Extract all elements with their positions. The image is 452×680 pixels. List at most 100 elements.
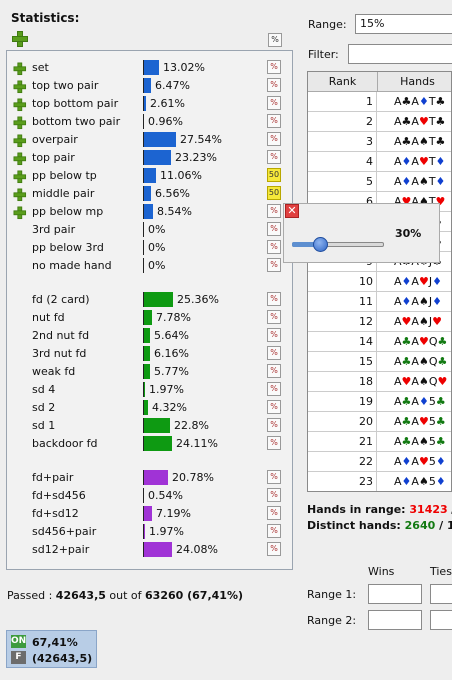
stat-label[interactable]: nut fd: [32, 311, 65, 324]
stat-label[interactable]: set: [32, 61, 49, 74]
stat-label[interactable]: pp below tp: [32, 169, 97, 182]
stat-weight-button[interactable]: 50: [267, 168, 281, 182]
wins-header: Wins: [368, 565, 395, 578]
filter-input[interactable]: [348, 44, 452, 64]
stat-weight-button[interactable]: %: [267, 506, 281, 520]
range-input[interactable]: 15%: [355, 14, 452, 34]
stat-bar: [143, 364, 150, 379]
stat-weight-button[interactable]: %: [267, 96, 281, 110]
stat-bar-area: 11.06%: [143, 168, 268, 183]
table-row[interactable]: 18 A♥A♠Q♥: [308, 372, 451, 392]
table-row[interactable]: 10 A♦A♥J♦: [308, 272, 451, 292]
table-row[interactable]: 4 A♦A♥T♦: [308, 152, 451, 172]
table-row[interactable]: 5 A♦A♠T♦: [308, 172, 451, 192]
card-rank: A: [394, 395, 402, 408]
stat-weight-button[interactable]: 50: [267, 186, 281, 200]
table-row[interactable]: 3 A♣A♠T♣: [308, 132, 451, 152]
range2-ties-field[interactable]: [430, 610, 452, 630]
table-row[interactable]: 22 A♦A♥5♦: [308, 452, 451, 472]
weight-slider-knob[interactable]: [313, 237, 328, 252]
stat-label[interactable]: top two pair: [32, 79, 98, 92]
column-header-hands[interactable]: Hands: [378, 72, 451, 92]
stat-weight-button[interactable]: %: [267, 114, 281, 128]
table-row[interactable]: 12 A♥A♠J♥: [308, 312, 451, 332]
stat-bar: [143, 382, 145, 397]
stat-label[interactable]: pp below mp: [32, 205, 103, 218]
stat-weight-button[interactable]: %: [267, 470, 281, 484]
table-row[interactable]: 2 A♣A♥T♣: [308, 112, 451, 132]
stat-weight-button[interactable]: %: [267, 400, 281, 414]
card-suit-icon: ♦: [401, 155, 412, 168]
stat-weight-button[interactable]: %: [267, 364, 281, 378]
stat-label[interactable]: top pair: [32, 151, 75, 164]
stat-label[interactable]: sd12+pair: [32, 543, 89, 556]
stat-label[interactable]: top bottom pair: [32, 97, 118, 110]
stat-weight-button[interactable]: %: [267, 258, 281, 272]
stat-label[interactable]: 2nd nut fd: [32, 329, 89, 342]
stat-label[interactable]: bottom two pair: [32, 115, 120, 128]
stat-label[interactable]: pp below 3rd: [32, 241, 104, 254]
column-header-rank[interactable]: Rank: [308, 72, 378, 92]
stat-label[interactable]: sd 4: [32, 383, 55, 396]
stat-weight-button[interactable]: %: [267, 346, 281, 360]
range1-ties-field[interactable]: [430, 584, 452, 604]
table-row[interactable]: 19 A♣A♦5♣: [308, 392, 451, 412]
stat-weight-button[interactable]: %: [267, 310, 281, 324]
stat-weight-button[interactable]: %: [267, 418, 281, 432]
table-row[interactable]: 23 A♦A♠5♦: [308, 472, 451, 491]
hand-cell: A♦A♠T♦: [394, 172, 445, 191]
close-popup-icon[interactable]: ✕: [285, 204, 299, 218]
stat-label[interactable]: 3rd nut fd: [32, 347, 86, 360]
add-subcategory-icon[interactable]: [13, 134, 27, 148]
stat-weight-button[interactable]: %: [267, 60, 281, 74]
add-subcategory-icon[interactable]: [13, 116, 27, 130]
table-row[interactable]: 21 A♣A♠5♣: [308, 432, 451, 452]
stat-label[interactable]: sd456+pair: [32, 525, 96, 538]
percent-toggle-button[interactable]: %: [268, 33, 282, 47]
add-subcategory-icon[interactable]: [13, 206, 27, 220]
stat-weight-button[interactable]: %: [267, 132, 281, 146]
stat-label[interactable]: fd+sd456: [32, 489, 86, 502]
stat-weight-button[interactable]: %: [267, 78, 281, 92]
stat-label[interactable]: overpair: [32, 133, 78, 146]
stat-value: 8.54%: [157, 205, 192, 218]
stat-label[interactable]: sd 2: [32, 401, 55, 414]
table-row[interactable]: 1 A♣A♦T♣: [308, 92, 451, 112]
stat-weight-button[interactable]: %: [267, 436, 281, 450]
add-subcategory-icon[interactable]: [13, 152, 27, 166]
table-row[interactable]: 11 A♦A♠J♦: [308, 292, 451, 312]
stat-weight-button[interactable]: %: [267, 328, 281, 342]
stat-weight-button[interactable]: %: [267, 382, 281, 396]
stat-weight-button[interactable]: %: [267, 488, 281, 502]
stat-label[interactable]: weak fd: [32, 365, 75, 378]
on-filter-badge[interactable]: ON F 67,41% (42643,5): [6, 630, 97, 668]
stat-label[interactable]: 3rd pair: [32, 223, 75, 236]
stat-label[interactable]: no made hand: [32, 259, 112, 272]
stat-weight-button[interactable]: %: [267, 524, 281, 538]
stat-weight-button[interactable]: %: [267, 204, 281, 218]
add-statistic-icon[interactable]: [11, 30, 28, 47]
stat-label[interactable]: sd 1: [32, 419, 55, 432]
table-row[interactable]: 14 A♣A♥Q♣: [308, 332, 451, 352]
card-suit-icon: ♥: [418, 335, 429, 348]
add-subcategory-icon[interactable]: [13, 98, 27, 112]
table-row[interactable]: 15 A♣A♠Q♣: [308, 352, 451, 372]
add-subcategory-icon[interactable]: [13, 170, 27, 184]
stat-label[interactable]: backdoor fd: [32, 437, 97, 450]
range2-wins-field[interactable]: [368, 610, 422, 630]
add-subcategory-icon[interactable]: [13, 62, 27, 76]
stat-weight-button[interactable]: %: [267, 222, 281, 236]
add-subcategory-icon[interactable]: [13, 188, 27, 202]
stat-weight-button[interactable]: %: [267, 292, 281, 306]
stat-weight-button[interactable]: %: [267, 150, 281, 164]
range1-wins-field[interactable]: [368, 584, 422, 604]
table-row[interactable]: 20 A♣A♥5♣: [308, 412, 451, 432]
stat-weight-button[interactable]: %: [267, 240, 281, 254]
stat-label[interactable]: fd+pair: [32, 471, 73, 484]
add-subcategory-icon[interactable]: [13, 80, 27, 94]
stat-label[interactable]: fd (2 card): [32, 293, 90, 306]
stat-label[interactable]: fd+sd12: [32, 507, 79, 520]
stat-weight-button[interactable]: %: [267, 542, 281, 556]
card-rank: T: [428, 175, 436, 188]
stat-label[interactable]: middle pair: [32, 187, 94, 200]
